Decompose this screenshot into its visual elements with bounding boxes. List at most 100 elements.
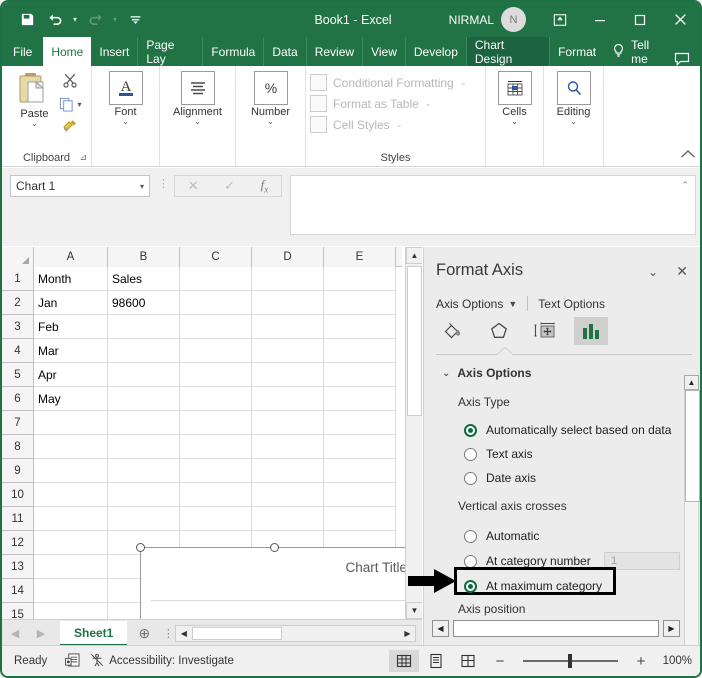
- cell-styles-caret[interactable]: ⌄: [396, 120, 403, 129]
- cell-E1[interactable]: [324, 267, 396, 291]
- pane-hscroll-right-button[interactable]: ▶: [663, 620, 680, 637]
- radio-crosses-automatic[interactable]: Automatic: [464, 529, 539, 543]
- cell-A11[interactable]: [34, 507, 108, 531]
- cell-A7[interactable]: [34, 411, 108, 435]
- column-header-A[interactable]: A: [34, 247, 108, 267]
- axis-options-dropdown-caret[interactable]: ▼: [508, 299, 517, 309]
- tab-file[interactable]: File: [2, 37, 43, 66]
- tab-insert[interactable]: Insert: [91, 37, 139, 66]
- cell-A12[interactable]: [34, 531, 108, 555]
- cell-A1[interactable]: Month: [34, 267, 108, 291]
- column-header-D[interactable]: D: [252, 247, 324, 267]
- cell-D1[interactable]: [252, 267, 324, 291]
- pane-hscroll-left-button[interactable]: ◀: [432, 620, 449, 637]
- grid-scroll-thumb[interactable]: [407, 266, 422, 416]
- cell-D10[interactable]: [252, 483, 324, 507]
- tab-axis-options[interactable]: Axis Options: [436, 297, 503, 311]
- radio-text-axis[interactable]: Text axis: [464, 447, 533, 461]
- account-name[interactable]: NIRMAL: [449, 13, 494, 27]
- copy-icon[interactable]: ▾: [59, 97, 82, 112]
- cell-B1[interactable]: Sales: [108, 267, 180, 291]
- format-painter-icon[interactable]: [62, 118, 78, 137]
- scissors-icon[interactable]: [62, 72, 78, 91]
- ribbon-display-options-icon[interactable]: [540, 2, 580, 37]
- sheet-overflow-icon[interactable]: ⋮: [161, 627, 175, 640]
- zoom-slider-knob[interactable]: [568, 654, 572, 668]
- comments-icon[interactable]: [674, 52, 700, 66]
- cell-A5[interactable]: Apr: [34, 363, 108, 387]
- sheet-next-button[interactable]: ▶: [28, 627, 54, 640]
- cell-styles-button[interactable]: Cell Styles ⌄: [310, 116, 466, 133]
- column-header-C[interactable]: C: [180, 247, 252, 267]
- formula-input[interactable]: ⌃: [290, 175, 696, 235]
- tab-chart-design[interactable]: Chart Design: [466, 37, 551, 66]
- chart-title[interactable]: Chart Title: [345, 560, 407, 575]
- cell-A4[interactable]: Mar: [34, 339, 108, 363]
- tab-format[interactable]: Format: [550, 37, 604, 66]
- grid-scroll-down-button[interactable]: ▼: [406, 602, 422, 619]
- row-header-8[interactable]: 8: [2, 435, 34, 459]
- cell-C2[interactable]: [180, 291, 252, 315]
- cell-E8[interactable]: [324, 435, 396, 459]
- grid-view-icon[interactable]: [389, 650, 419, 672]
- number-button[interactable]: % Number ⌄: [242, 69, 300, 126]
- tab-text-options[interactable]: Text Options: [538, 297, 605, 311]
- hscroll-left-button[interactable]: ◀: [176, 626, 192, 641]
- cell-A6[interactable]: May: [34, 387, 108, 411]
- pane-vertical-scrollbar[interactable]: ▲ ▼: [684, 375, 700, 676]
- zoom-out-button[interactable]: −: [485, 650, 515, 672]
- pane-scroll-thumb[interactable]: [685, 390, 700, 502]
- cell-A15[interactable]: [34, 603, 108, 619]
- row-header-15[interactable]: 15: [2, 603, 34, 619]
- alignment-caret[interactable]: ⌄: [194, 118, 201, 126]
- column-header-E[interactable]: E: [324, 247, 396, 267]
- undo-icon[interactable]: [42, 8, 68, 32]
- tell-me-box[interactable]: Tell me: [604, 38, 674, 66]
- name-box-caret[interactable]: ▾: [140, 182, 144, 191]
- zoom-level[interactable]: 100%: [658, 655, 692, 667]
- cell-E4[interactable]: [324, 339, 396, 363]
- copy-caret[interactable]: ▾: [77, 100, 81, 109]
- chevron-down-icon[interactable]: ⌄: [648, 265, 658, 279]
- pane-scroll-up-button[interactable]: ▲: [684, 375, 699, 390]
- chart-handle-top-left[interactable]: [136, 543, 145, 552]
- minimize-button[interactable]: [580, 2, 620, 37]
- cell-B6[interactable]: [108, 387, 180, 411]
- cell-B4[interactable]: [108, 339, 180, 363]
- cell-D9[interactable]: [252, 459, 324, 483]
- cell-A10[interactable]: [34, 483, 108, 507]
- grid-horizontal-scrollbar[interactable]: ◀ ▶: [175, 625, 416, 642]
- column-header-B[interactable]: B: [108, 247, 180, 267]
- alignment-button[interactable]: Alignment ⌄: [167, 69, 229, 126]
- accessibility-status[interactable]: Accessibility: Investigate: [90, 653, 234, 670]
- cell-D3[interactable]: [252, 315, 324, 339]
- cell-B8[interactable]: [108, 435, 180, 459]
- avatar[interactable]: N: [501, 7, 526, 32]
- cell-A3[interactable]: Feb: [34, 315, 108, 339]
- font-button[interactable]: A Font ⌄: [100, 69, 152, 126]
- page-layout-icon[interactable]: [421, 650, 451, 672]
- save-icon[interactable]: [14, 8, 40, 32]
- page-break-icon[interactable]: [453, 650, 483, 672]
- redo-dropdown-caret[interactable]: ▾: [110, 15, 120, 24]
- cell-B10[interactable]: [108, 483, 180, 507]
- cell-D6[interactable]: [252, 387, 324, 411]
- enter-check-icon[interactable]: ✓: [224, 178, 235, 194]
- fill-line-icon[interactable]: [436, 317, 470, 345]
- radio-auto-select-axis-type[interactable]: Automatically select based on data: [464, 423, 671, 437]
- row-header-14[interactable]: 14: [2, 579, 34, 603]
- row-header-11[interactable]: 11: [2, 507, 34, 531]
- cell-E5[interactable]: [324, 363, 396, 387]
- row-header-1[interactable]: 1: [2, 267, 34, 291]
- cell-E2[interactable]: [324, 291, 396, 315]
- section-chevron-icon[interactable]: ⌄: [442, 368, 450, 379]
- cell-C6[interactable]: [180, 387, 252, 411]
- close-icon[interactable]: ✕: [676, 263, 688, 280]
- radio-date-axis[interactable]: Date axis: [464, 471, 536, 485]
- size-properties-icon[interactable]: [528, 317, 562, 345]
- cell-D4[interactable]: [252, 339, 324, 363]
- tab-view[interactable]: View: [363, 37, 406, 66]
- section-axis-options[interactable]: ⌄ Axis Options: [442, 366, 531, 380]
- sheet-tab-sheet1[interactable]: Sheet1: [60, 621, 128, 646]
- cell-C11[interactable]: [180, 507, 252, 531]
